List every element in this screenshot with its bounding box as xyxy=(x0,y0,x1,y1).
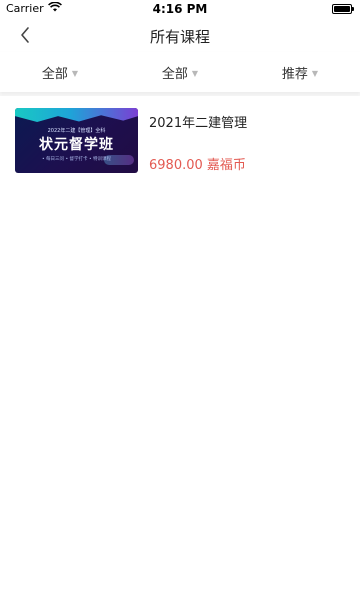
filter-type-label: 全部 xyxy=(161,66,188,82)
filter-sort-label: 推荐 xyxy=(281,66,308,82)
filter-sort[interactable]: 推荐 ▼ xyxy=(240,52,360,92)
battery-fill xyxy=(334,6,350,12)
list-item[interactable]: 2022年二建【管理】全科 状元督学班 • 每日三问 • 督学打卡 • 特训课程… xyxy=(15,108,345,174)
filter-category[interactable]: 全部 ▼ xyxy=(0,52,120,92)
filter-type[interactable]: 全部 ▼ xyxy=(120,52,240,92)
chevron-down-icon: ▼ xyxy=(191,68,199,78)
status-bar: Carrier 4:16 PM xyxy=(0,0,360,18)
page-title: 所有课程 xyxy=(149,28,210,46)
filter-category-label: 全部 xyxy=(41,66,68,82)
chevron-down-icon: ▼ xyxy=(71,68,79,78)
thumbnail-title: 状元督学班 xyxy=(39,137,114,153)
battery-icon xyxy=(332,4,354,14)
course-thumbnail: 2022年二建【管理】全科 状元督学班 • 每日三问 • 督学打卡 • 特训课程 xyxy=(15,108,138,173)
course-list: 2022年二建【管理】全科 状元督学班 • 每日三问 • 督学打卡 • 特训课程… xyxy=(0,96,360,600)
status-time: 4:16 PM xyxy=(152,2,208,16)
course-info: 2021年二建管理 6980.00 嘉福币 xyxy=(149,108,345,174)
thumbnail-wave xyxy=(15,108,138,123)
thumbnail-top-text: 2022年二建【管理】全科 xyxy=(47,128,106,134)
filter-bar: 全部 ▼ 全部 ▼ 推荐 ▼ xyxy=(0,52,360,92)
thumbnail-sub-text: • 每日三问 • 督学打卡 • 特训课程 xyxy=(41,157,112,162)
course-price: 6980.00 嘉福币 xyxy=(149,158,246,173)
course-title: 2021年二建管理 xyxy=(149,116,248,131)
chevron-down-icon: ▼ xyxy=(311,68,319,78)
nav-bar: 所有课程 xyxy=(0,18,360,52)
